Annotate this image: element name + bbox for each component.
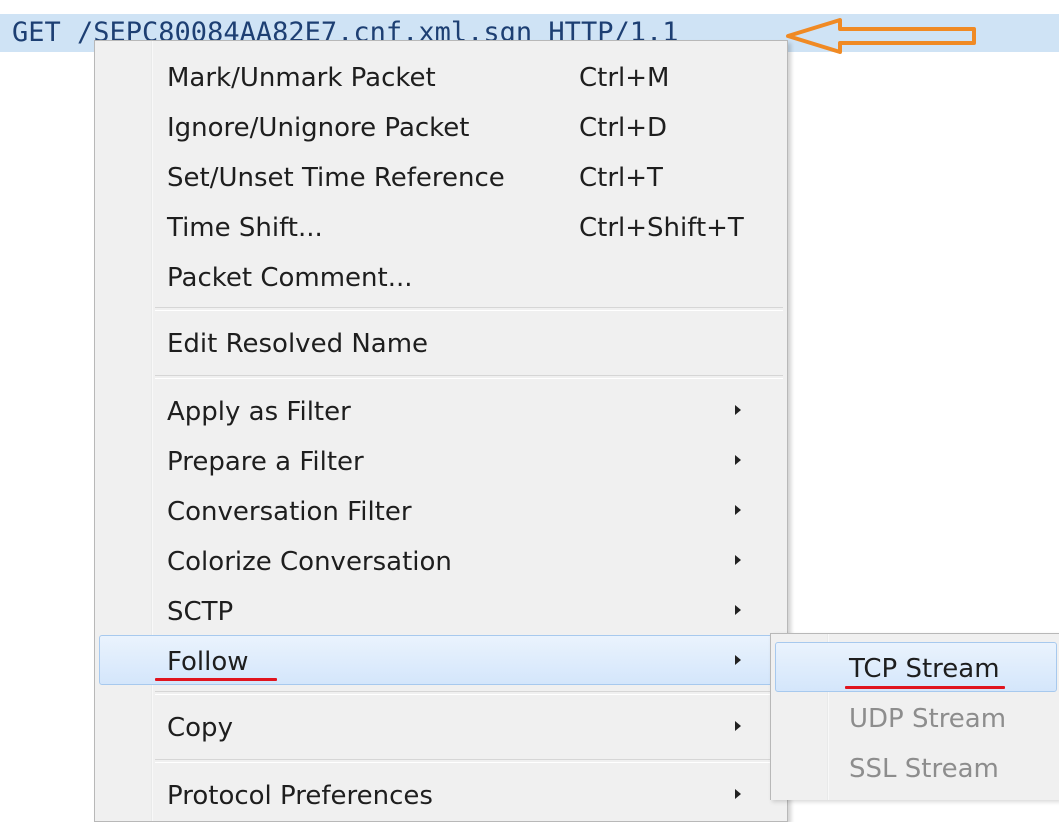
submenu-arrow-icon: [735, 789, 741, 799]
submenu-item-udp-stream[interactable]: UDP Stream: [771, 692, 1059, 742]
menu-item-follow[interactable]: Follow: [95, 635, 787, 685]
submenu-arrow-icon: [735, 455, 741, 465]
menu-item-label: Set/Unset Time Reference: [167, 163, 505, 193]
submenu-item-ssl-stream[interactable]: SSL Stream: [771, 742, 1059, 792]
submenu-arrow-icon: [735, 721, 741, 731]
menu-item-packet-comment[interactable]: Packet Comment...: [95, 251, 787, 301]
menu-item-label: Apply as Filter: [167, 397, 351, 427]
menu-item-label: Protocol Preferences: [167, 781, 433, 811]
submenu-arrow-icon: [735, 505, 741, 515]
menu-item-copy[interactable]: Copy: [95, 701, 787, 751]
follow-submenu: TCP Stream UDP Stream SSL Stream: [770, 633, 1059, 800]
menu-item-label: Mark/Unmark Packet: [167, 63, 436, 93]
menu-item-shortcut: Ctrl+M: [579, 63, 670, 93]
menu-item-label: Follow: [167, 647, 249, 677]
menu-item-label: SCTP: [167, 597, 234, 627]
menu-item-shortcut: Ctrl+D: [579, 113, 668, 143]
submenu-arrow-icon: [735, 555, 741, 565]
menu-item-apply-as-filter[interactable]: Apply as Filter: [95, 385, 787, 435]
menu-item-label: UDP Stream: [849, 704, 1007, 734]
menu-item-label: Ignore/Unignore Packet: [167, 113, 470, 143]
menu-separator: [155, 307, 783, 311]
annotation-underline: [845, 686, 1005, 689]
submenu-arrow-icon: [735, 405, 741, 415]
menu-item-label: SSL Stream: [849, 754, 999, 784]
menu-item-time-shift[interactable]: Time Shift... Ctrl+Shift+T: [95, 201, 787, 251]
menu-item-label: Packet Comment...: [167, 263, 413, 293]
annotation-arrow-icon: [786, 18, 976, 54]
menu-item-label: Time Shift...: [167, 213, 323, 243]
menu-item-set-unset-time-reference[interactable]: Set/Unset Time Reference Ctrl+T: [95, 151, 787, 201]
menu-item-label: TCP Stream: [849, 654, 1000, 684]
menu-item-conversation-filter[interactable]: Conversation Filter: [95, 485, 787, 535]
menu-item-mark-unmark-packet[interactable]: Mark/Unmark Packet Ctrl+M: [95, 51, 787, 101]
menu-item-ignore-unignore-packet[interactable]: Ignore/Unignore Packet Ctrl+D: [95, 101, 787, 151]
context-menu: Mark/Unmark Packet Ctrl+M Ignore/Unignor…: [94, 40, 788, 822]
menu-separator: [155, 691, 783, 695]
menu-item-sctp[interactable]: SCTP: [95, 585, 787, 635]
menu-item-prepare-a-filter[interactable]: Prepare a Filter: [95, 435, 787, 485]
menu-item-colorize-conversation[interactable]: Colorize Conversation: [95, 535, 787, 585]
menu-item-label: Conversation Filter: [167, 497, 412, 527]
menu-item-edit-resolved-name[interactable]: Edit Resolved Name: [95, 317, 787, 367]
menu-item-label: Colorize Conversation: [167, 547, 452, 577]
menu-item-shortcut: Ctrl+T: [579, 163, 663, 193]
menu-item-label: Edit Resolved Name: [167, 329, 429, 359]
annotation-underline: [155, 678, 277, 681]
menu-item-shortcut: Ctrl+Shift+T: [579, 213, 744, 243]
submenu-arrow-icon: [735, 605, 741, 615]
menu-item-label: Copy: [167, 713, 233, 743]
menu-separator: [155, 375, 783, 379]
menu-separator: [155, 759, 783, 763]
submenu-arrow-icon: [735, 655, 741, 665]
menu-item-label: Prepare a Filter: [167, 447, 364, 477]
submenu-item-tcp-stream[interactable]: TCP Stream: [771, 642, 1059, 692]
menu-item-protocol-preferences[interactable]: Protocol Preferences: [95, 769, 787, 819]
